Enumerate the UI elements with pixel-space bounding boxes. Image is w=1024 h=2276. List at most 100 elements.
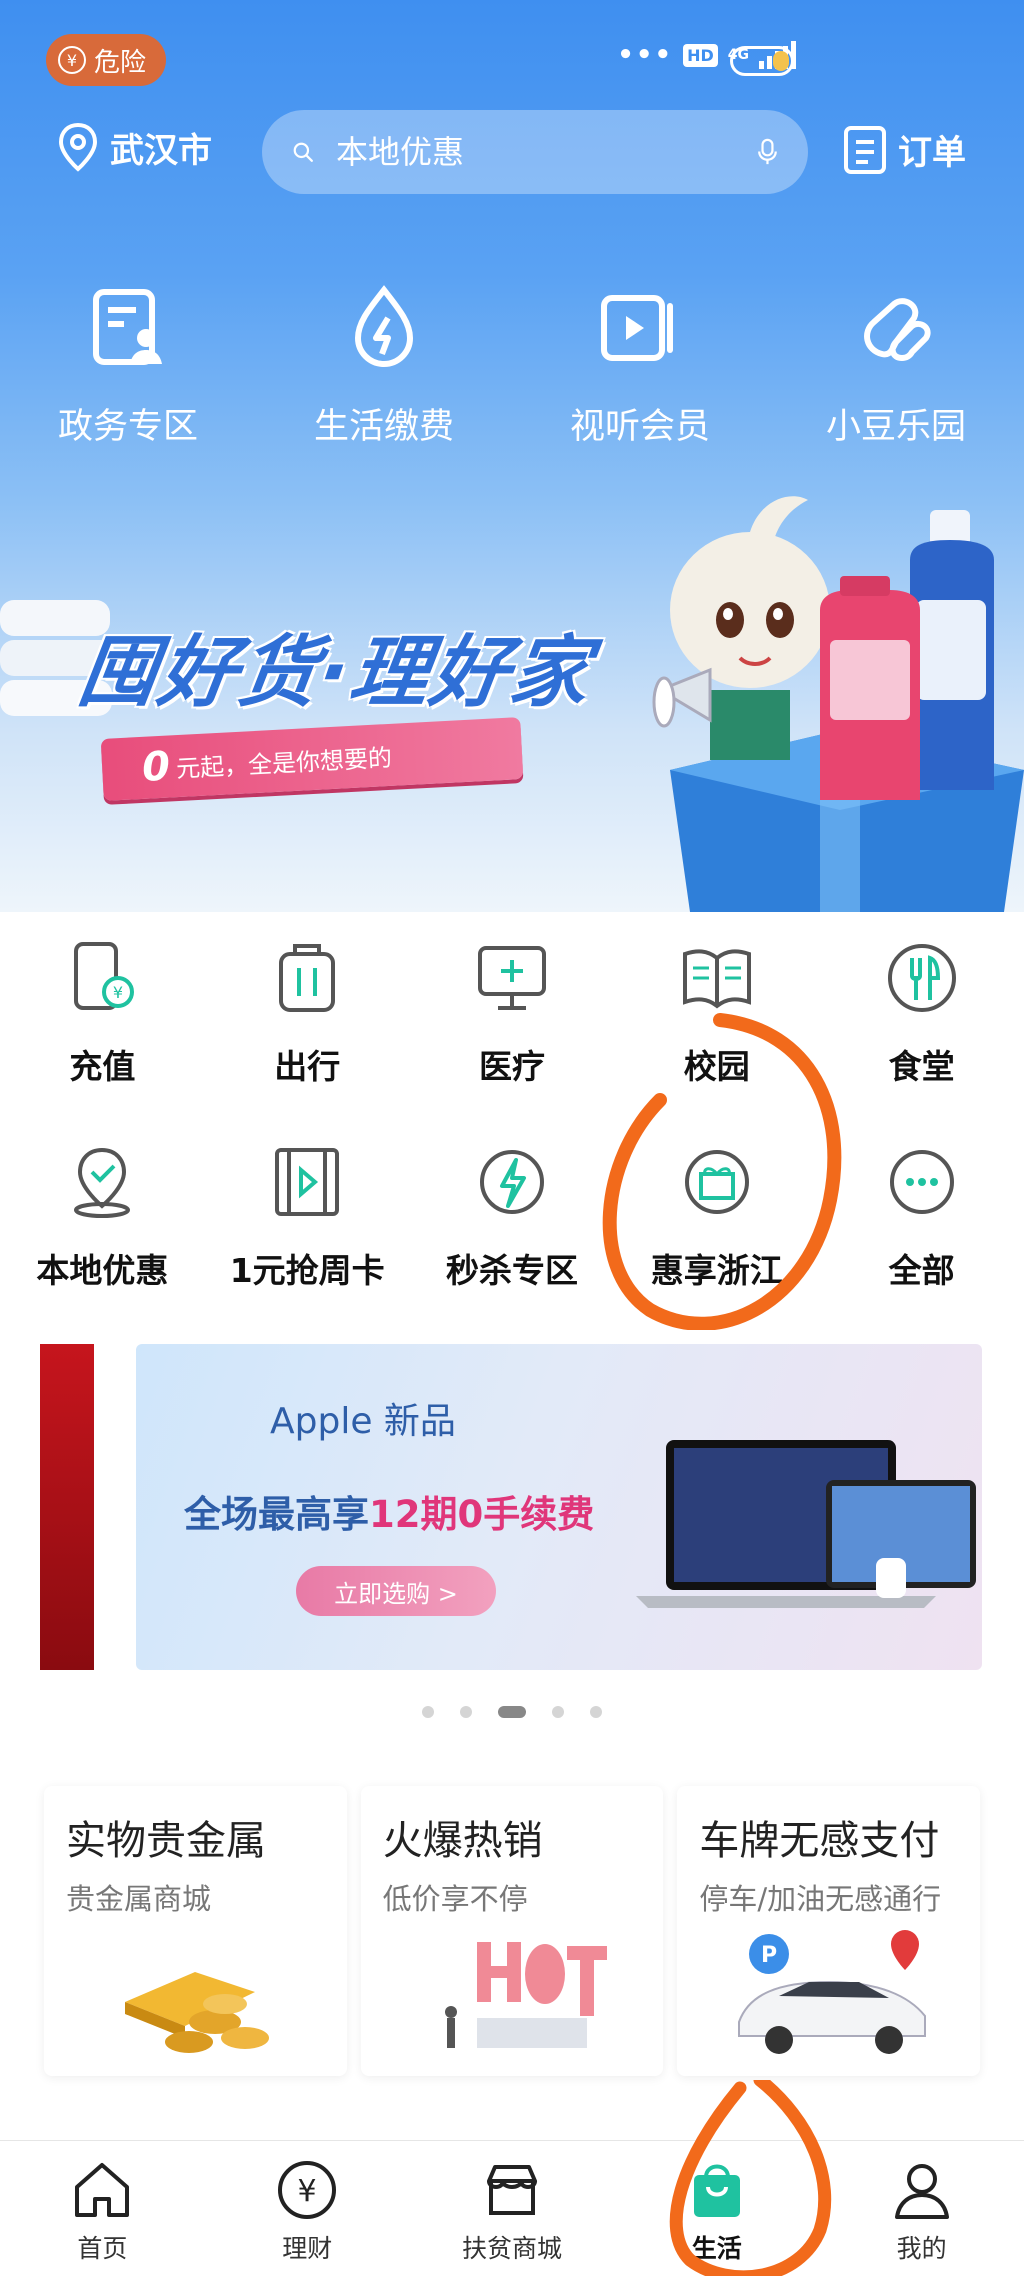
pager-dot <box>422 1706 434 1718</box>
service-label: 惠享浙江 <box>650 1251 783 1290</box>
carousel-pager <box>422 1706 602 1718</box>
service-zhejiang[interactable]: 惠享浙江 <box>614 1144 819 1348</box>
orders-button[interactable]: 订单 <box>842 122 966 176</box>
card-hot-sale[interactable]: 火爆热销 低价享不停 <box>360 1786 664 2076</box>
hd-icon: HD <box>683 43 718 67</box>
more-dots-icon <box>884 1144 960 1220</box>
service-label: 本地优惠 <box>36 1251 169 1290</box>
card-precious-metal[interactable]: 实物贵金属 贵金属商城 <box>44 1786 347 2076</box>
svg-text:¥: ¥ <box>298 2174 317 2209</box>
tab-life[interactable]: 生活 <box>614 2141 819 2276</box>
services-grid: ¥ 充值 出行 医疗 校园 食堂 本地优惠 1元抢周卡 秒杀专区 惠享浙江 全部 <box>0 940 1024 1348</box>
tab-mine[interactable]: 我的 <box>819 2141 1024 2276</box>
bean-icon <box>848 280 944 376</box>
luggage-icon <box>269 940 345 1016</box>
banner-ribbon: 0 元起，全是你想要的 <box>100 717 524 801</box>
quick-item-label: 视听会员 <box>569 407 710 447</box>
tab-label: 我的 <box>896 2234 947 2263</box>
orders-label: 订单 <box>898 132 966 173</box>
cutlery-icon <box>884 940 960 1016</box>
tab-home[interactable]: 首页 <box>0 2141 205 2276</box>
tab-poverty-mall[interactable]: 扶贫商城 <box>410 2141 615 2276</box>
card-subtitle: 贵金属商城 <box>66 1882 212 1916</box>
city-label: 武汉市 <box>110 130 212 171</box>
microphone-icon[interactable] <box>757 127 778 177</box>
quick-item-label: 政务专区 <box>57 407 198 447</box>
service-label: 食堂 <box>888 1047 955 1086</box>
card-title: 火爆热销 <box>382 1818 543 1864</box>
service-label: 全部 <box>888 1251 955 1290</box>
laptop-illustration <box>636 1440 976 1608</box>
services-row: ¥ 充值 出行 医疗 校园 食堂 <box>0 940 1024 1144</box>
gift-icon <box>679 1144 755 1220</box>
quick-item-label: 生活缴费 <box>313 407 454 447</box>
service-flash-sale[interactable]: 秒杀专区 <box>410 1144 615 1348</box>
shop-icon <box>479 2157 545 2223</box>
service-medical[interactable]: 医疗 <box>410 940 615 1144</box>
card-title: 实物贵金属 <box>66 1818 266 1864</box>
quick-item-label: 小豆乐园 <box>825 407 966 447</box>
card-title: 车牌无感支付 <box>699 1818 940 1864</box>
service-label: 校园 <box>683 1047 750 1086</box>
service-weekly-card[interactable]: 1元抢周卡 <box>205 1144 410 1348</box>
banner-title[interactable]: 囤好货·理好家 <box>72 610 599 722</box>
service-canteen[interactable]: 食堂 <box>819 940 1024 1144</box>
service-local-deals[interactable]: 本地优惠 <box>0 1144 205 1348</box>
services-row: 本地优惠 1元抢周卡 秒杀专区 惠享浙江 全部 <box>0 1144 1024 1348</box>
tab-finance[interactable]: ¥ 理财 <box>205 2141 410 2276</box>
ribbon-zero: 0 <box>141 743 172 791</box>
phone-yuan-icon: ¥ <box>64 940 140 1016</box>
promo-prev-slide[interactable] <box>40 1344 94 1670</box>
car-parking-illustration: P <box>677 1922 980 2062</box>
bottom-tab-bar: 首页 ¥ 理财 扶贫商城 生活 我的 <box>0 2140 1024 2276</box>
hot-sale-illustration <box>361 1922 664 2062</box>
quick-item-government[interactable]: 政务专区 <box>0 280 256 449</box>
tab-label: 首页 <box>77 2234 128 2263</box>
location-selector[interactable]: 武汉市 <box>56 122 212 172</box>
monitor-cross-icon <box>474 940 550 1016</box>
service-campus[interactable]: 校园 <box>614 940 819 1144</box>
search-bar[interactable] <box>262 110 808 194</box>
service-all[interactable]: 全部 <box>819 1144 1024 1348</box>
quick-item-media[interactable]: 视听会员 <box>512 280 768 449</box>
pager-dot <box>552 1706 564 1718</box>
service-label: 秒杀专区 <box>445 1251 578 1290</box>
location-pin-icon <box>58 122 98 172</box>
svg-text:¥: ¥ <box>113 983 123 1002</box>
service-travel[interactable]: 出行 <box>205 940 410 1144</box>
pager-dot-active <box>498 1706 526 1718</box>
promo-line2-b: 12期0手续费 <box>369 1493 595 1536</box>
document-person-icon <box>80 280 176 376</box>
promo-line2-a: 全场最高享 <box>184 1493 369 1536</box>
risk-badge[interactable]: ¥ 危险 <box>46 34 167 86</box>
location-check-icon <box>64 1144 140 1220</box>
search-input[interactable] <box>336 133 736 171</box>
service-recharge[interactable]: ¥ 充值 <box>0 940 205 1144</box>
tab-label: 扶贫商城 <box>461 2234 562 2263</box>
feature-cards: 实物贵金属 贵金属商城 火爆热销 低价享不停 车牌无感支付 停车/加油无感通行 … <box>44 1786 981 2076</box>
quick-item-bills[interactable]: 生活缴费 <box>256 280 512 449</box>
risk-label: 危险 <box>94 47 147 78</box>
quick-item-park[interactable]: 小豆乐园 <box>768 280 1024 449</box>
service-label: 出行 <box>274 1047 341 1086</box>
buy-now-button[interactable]: 立即选购 > <box>296 1566 496 1616</box>
svg-text:P: P <box>761 1943 777 1968</box>
hero-header: ¥ 危险 ••• HD 4G 武汉市 订单 政务专区 生活缴费 <box>0 0 1024 912</box>
battery-icon <box>730 46 794 76</box>
promo-line2: 全场最高享12期0手续费 <box>184 1484 594 1538</box>
service-label: 1元抢周卡 <box>229 1251 385 1290</box>
more-notifications-icon: ••• <box>617 40 674 70</box>
promo-banner[interactable]: Apple 新品 全场最高享12期0手续费 立即选购 > <box>136 1344 982 1670</box>
search-icon <box>293 142 313 162</box>
promo-line1: Apple 新品 <box>270 1401 456 1442</box>
person-icon <box>889 2157 955 2223</box>
gold-coins-illustration <box>44 1922 347 2062</box>
card-plate-payment[interactable]: 车牌无感支付 停车/加油无感通行 P <box>677 1786 981 2076</box>
orders-clipboard-icon <box>844 126 886 174</box>
film-play-icon <box>269 1144 345 1220</box>
tab-label: 生活 <box>691 2234 742 2263</box>
detergent-illustration <box>820 510 994 800</box>
pager-dot <box>460 1706 472 1718</box>
home-icon <box>69 2157 135 2223</box>
video-play-icon <box>592 280 688 376</box>
